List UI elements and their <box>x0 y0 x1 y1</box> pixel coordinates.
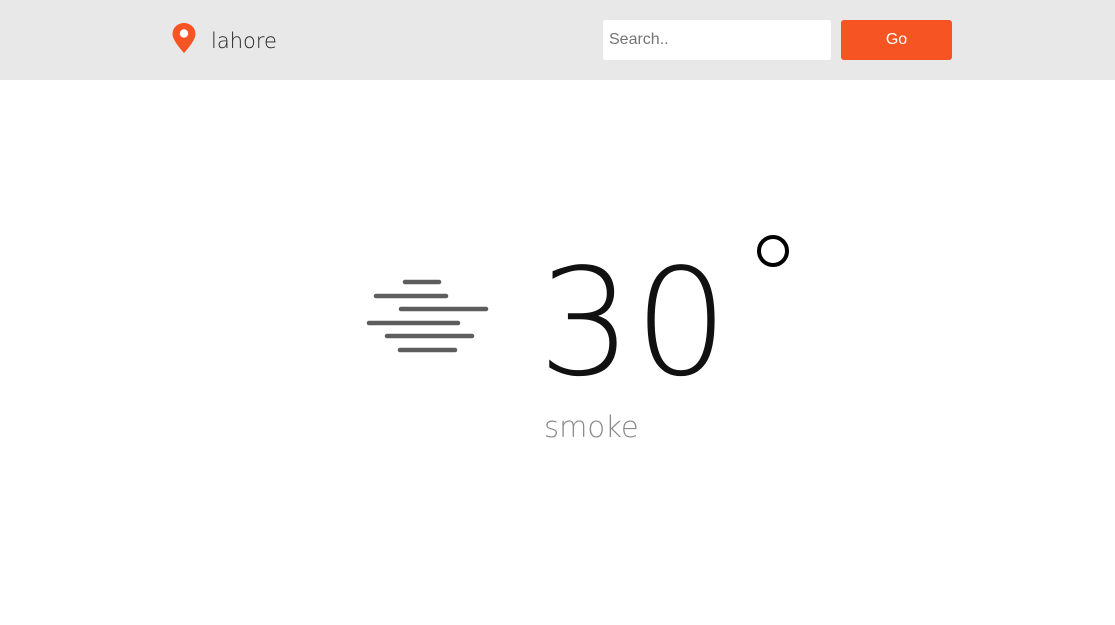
temperature-value: 30 <box>538 237 731 409</box>
map-pin-icon <box>172 23 196 53</box>
city-name: lahore <box>211 29 277 53</box>
smoke-haze-icon <box>366 279 489 353</box>
weather-condition: smoke <box>544 410 639 444</box>
search-input[interactable] <box>603 20 831 60</box>
go-button[interactable]: Go <box>841 20 952 60</box>
degree-symbol-icon <box>757 235 789 267</box>
top-bar: lahore Go <box>0 0 1115 80</box>
